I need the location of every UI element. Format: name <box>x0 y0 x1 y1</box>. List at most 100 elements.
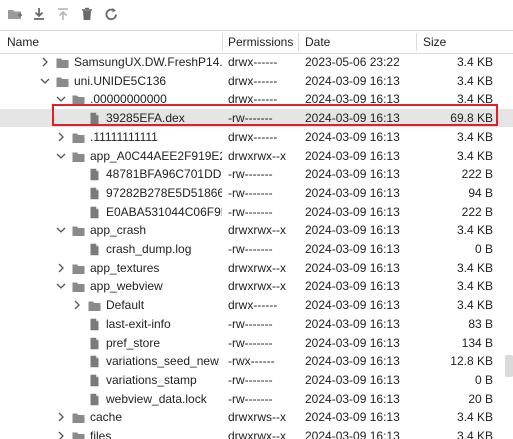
file-row[interactable]: 39285EFA.dex -rw------- 2024-03-09 16:13 69… <box>0 109 513 128</box>
column-name[interactable]: Name <box>7 31 39 53</box>
file-name: crash_dump.log <box>106 242 192 256</box>
folder-icon <box>72 93 85 106</box>
file-date: 2024-03-09 16:13 <box>305 111 400 126</box>
file-size: 0 B <box>474 372 493 387</box>
file-row[interactable]: variations_stamp -rw------- 2024-03-09 16:… <box>0 371 513 389</box>
file-date: 2024-03-09 16:13 <box>305 279 400 294</box>
folder-icon <box>72 411 85 424</box>
chevron-down-icon[interactable] <box>56 221 66 239</box>
delete-icon[interactable] <box>78 5 96 23</box>
file-permissions: -rw------- <box>228 185 273 200</box>
file-permissions: drwxrwx--x <box>228 223 286 238</box>
chevron-right-icon[interactable] <box>72 296 82 314</box>
file-row[interactable]: webview_data.lock -rw------- 2024-03-09 16… <box>0 390 513 408</box>
file-permissions: -rw------- <box>228 204 273 219</box>
chevron-right-icon[interactable] <box>56 408 66 426</box>
folder-row[interactable]: files drwxrwx--x 2024-03-09 16:13 3.4 KB <box>0 427 513 439</box>
file-name: .11111111111 <box>90 129 158 144</box>
file-icon <box>88 318 101 330</box>
file-size: 222 B <box>461 167 493 182</box>
file-permissions: -rw------- <box>228 111 273 126</box>
file-name: app_crash <box>90 223 147 238</box>
file-date: 2024-03-09 16:13 <box>305 185 400 200</box>
folder-row[interactable]: app_A0C44AEE2F919E2F8 drwxrwx--x 2024-03-0… <box>0 147 513 165</box>
file-permissions: -rw------- <box>228 335 273 350</box>
file-size: 3.4 KB <box>456 73 493 88</box>
column-divider[interactable] <box>416 33 417 51</box>
folder-row[interactable]: app_webview drwxrwx--x 2024-03-09 16:13 3.4… <box>0 277 513 295</box>
file-permissions: -rw------- <box>228 167 273 182</box>
upload-icon[interactable] <box>54 5 72 23</box>
file-date: 2024-03-09 16:13 <box>305 391 400 406</box>
chevron-down-icon[interactable] <box>56 90 66 108</box>
file-permissions: drwx------ <box>228 129 278 144</box>
file-permissions: drwx------ <box>228 55 278 69</box>
column-size[interactable]: Size <box>423 31 446 53</box>
column-divider[interactable] <box>298 33 299 51</box>
file-name: files <box>90 429 112 439</box>
folder-row[interactable]: .11111111111 drwx------ 2024-03-09 16:13 3.… <box>0 128 513 146</box>
folder-row[interactable]: SamsungUX.DW.FreshP14.wa drwx------ 2023-0… <box>0 53 513 71</box>
file-date: 2023-05-06 23:22 <box>305 55 400 69</box>
file-date: 2024-03-09 16:13 <box>305 223 400 238</box>
file-icon <box>88 337 101 349</box>
download-icon[interactable] <box>30 5 48 23</box>
folder-row[interactable]: app_crash drwxrwx--x 2024-03-09 16:13 3.4 K… <box>0 221 513 239</box>
file-permissions: -rw------- <box>228 372 273 387</box>
file-icon <box>88 374 101 387</box>
file-row[interactable]: 97282B278E5D51866I -rw------- 2024-03-09 1… <box>0 184 513 202</box>
file-name: webview_data.lock <box>106 391 207 406</box>
scrollbar-thumb[interactable] <box>505 355 513 377</box>
file-date: 2024-03-09 16:13 <box>305 167 400 182</box>
file-date: 2024-03-09 16:13 <box>305 372 400 387</box>
column-header: Name Permissions Date Size <box>0 30 513 54</box>
chevron-right-icon[interactable] <box>56 427 66 439</box>
file-size: 69.8 KB <box>450 111 493 126</box>
file-size: 3.4 KB <box>456 260 493 275</box>
file-size: 3.4 KB <box>456 298 493 313</box>
file-name: app_webview <box>90 279 163 294</box>
file-name: Default <box>106 298 145 313</box>
file-row[interactable]: 48781BFA96C701DD1 -rw------- 2024-03-09 16… <box>0 165 513 183</box>
folder-row[interactable]: cache drwxrws--x 2024-03-09 16:13 3.4 KB <box>0 408 513 426</box>
folder-row[interactable]: Default drwx------ 2024-03-09 16:13 3.4 KB <box>0 296 513 314</box>
column-date[interactable]: Date <box>305 31 330 53</box>
file-tree: SamsungUX.DW.FreshP14.wa drwx------ 2023-0… <box>0 53 513 439</box>
chevron-right-icon[interactable] <box>56 259 66 277</box>
folder-row[interactable]: app_textures drwxrwx--x 2024-03-09 16:13 3.… <box>0 259 513 277</box>
file-row[interactable]: crash_dump.log -rw------- 2024-03-09 16:13… <box>0 240 513 258</box>
file-row[interactable]: pref_store -rw------- 2024-03-09 16:13 134 … <box>0 334 513 352</box>
chevron-right-icon[interactable] <box>40 53 50 71</box>
folder-row[interactable]: uni.UNIDE5C136 drwx------ 2024-03-09 16:13… <box>0 72 513 90</box>
refresh-icon[interactable] <box>102 5 120 23</box>
file-size: 3.4 KB <box>456 279 493 294</box>
chevron-down-icon[interactable] <box>56 147 66 165</box>
column-permissions[interactable]: Permissions <box>228 31 293 53</box>
chevron-down-icon[interactable] <box>40 72 50 90</box>
file-size: 3.4 KB <box>456 129 493 144</box>
file-date: 2024-03-09 16:13 <box>305 298 400 313</box>
file-name: last-exit-info <box>106 316 171 331</box>
new-folder-icon[interactable] <box>6 5 24 23</box>
file-icon <box>88 112 101 125</box>
folder-icon <box>88 299 101 312</box>
file-size: 3.4 KB <box>456 223 493 238</box>
folder-icon <box>72 150 85 162</box>
folder-icon <box>72 131 85 143</box>
file-row[interactable]: E0ABA531044C06F9BI -rw------- 2024-03-09 1… <box>0 203 513 221</box>
file-permissions: drwxrws--x <box>228 410 286 425</box>
file-icon <box>88 243 101 256</box>
folder-row[interactable]: .00000000000 drwx------ 2024-03-09 16:13 3.… <box>0 90 513 108</box>
column-divider[interactable] <box>222 33 223 51</box>
chevron-down-icon[interactable] <box>56 277 66 295</box>
chevron-right-icon[interactable] <box>56 128 66 146</box>
file-name: app_textures <box>90 260 160 275</box>
file-permissions: drwxrwx--x <box>228 260 286 275</box>
file-permissions: -rw------- <box>228 391 273 406</box>
file-name: variations_stamp <box>106 372 197 387</box>
file-icon <box>88 393 101 405</box>
file-row[interactable]: variations_seed_new -rwx------ 2024-03-09 … <box>0 352 513 370</box>
file-icon <box>88 168 101 181</box>
file-row[interactable]: last-exit-info -rw------- 2024-03-09 16:13… <box>0 315 513 333</box>
file-date: 2024-03-09 16:13 <box>305 316 400 331</box>
